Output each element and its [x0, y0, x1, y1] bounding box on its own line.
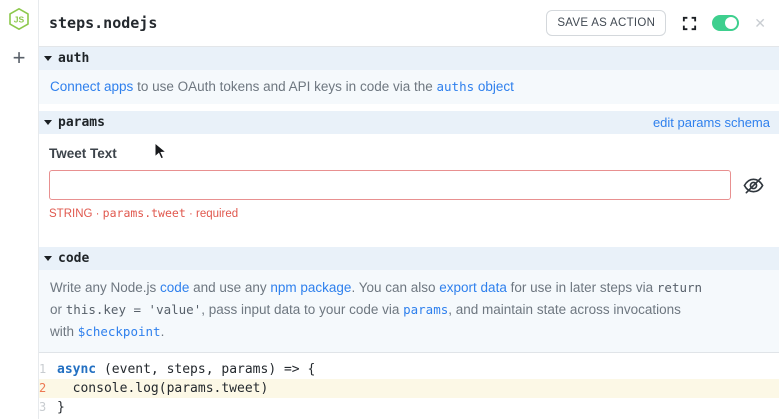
line-number: 3 — [39, 398, 57, 417]
section-divider — [39, 232, 779, 247]
code-editor[interactable]: 1 async (event, steps, params) => { 2 co… — [39, 353, 779, 417]
auth-section-label: auth — [58, 51, 89, 66]
nodejs-icon: JS — [7, 7, 31, 31]
left-rail: JS + — [0, 0, 39, 419]
auth-section-header[interactable]: auth — [39, 47, 779, 70]
code-section-label: code — [58, 251, 89, 266]
auth-description: Connect apps to use OAuth tokens and API… — [39, 70, 779, 104]
section-divider — [39, 104, 779, 111]
code-line-text: async (event, steps, params) => { — [57, 360, 315, 379]
code-description: Write any Node.js code and use any npm p… — [39, 270, 779, 353]
params-body: Tweet Text STRING · params.tweet · requi… — [39, 134, 779, 232]
line-number: 1 — [39, 360, 57, 379]
caret-down-icon — [44, 56, 52, 61]
params-section-header[interactable]: params edit params schema — [39, 111, 779, 134]
step-enabled-toggle[interactable] — [712, 15, 739, 31]
field-validation-text: STRING · params.tweet · required — [49, 206, 765, 220]
code-section-header[interactable]: code — [39, 247, 779, 270]
add-step-button[interactable]: + — [13, 47, 26, 69]
params-section-label: params — [58, 115, 105, 130]
caret-down-icon — [44, 120, 52, 125]
close-icon[interactable]: ✕ — [754, 16, 766, 30]
svg-text:JS: JS — [14, 14, 25, 24]
toggle-knob — [725, 17, 737, 29]
tweet-text-label: Tweet Text — [49, 146, 765, 161]
line-number: 2 — [39, 379, 57, 398]
edit-params-schema-link[interactable]: edit params schema — [653, 115, 770, 130]
step-header-bar: steps.nodejs SAVE AS ACTION ✕ — [39, 0, 779, 47]
eye-off-icon[interactable] — [742, 174, 765, 197]
tweet-text-input[interactable] — [49, 170, 731, 200]
step-title[interactable]: steps.nodejs — [49, 14, 546, 32]
step-panel: steps.nodejs SAVE AS ACTION ✕ auth Conne… — [39, 0, 779, 419]
code-line[interactable]: 3 } — [39, 398, 779, 417]
code-line-active[interactable]: 2 console.log(params.tweet) — [39, 379, 779, 398]
step-editor-window: JS + steps.nodejs SAVE AS ACTION ✕ auth … — [0, 0, 779, 419]
fullscreen-icon[interactable] — [681, 15, 698, 32]
code-line-text: } — [57, 398, 65, 417]
code-line[interactable]: 1 async (event, steps, params) => { — [39, 360, 779, 379]
code-line-text: console.log(params.tweet) — [57, 379, 268, 398]
caret-down-icon — [44, 256, 52, 261]
tweet-text-input-row — [49, 170, 765, 200]
save-as-action-button[interactable]: SAVE AS ACTION — [546, 10, 666, 36]
